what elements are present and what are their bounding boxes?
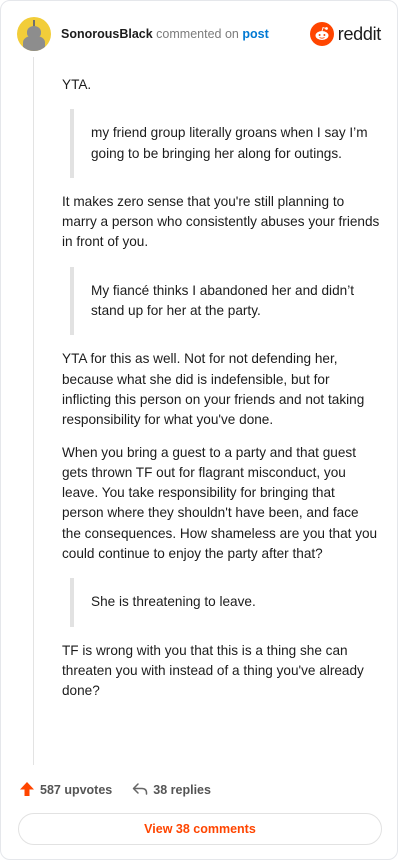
- quote-text: She is threatening to leave.: [91, 594, 256, 610]
- blockquote: My fiancé thinks I abandoned her and did…: [70, 266, 380, 336]
- reply-arrow-icon: [132, 781, 148, 800]
- view-comments-button[interactable]: View 38 comments: [18, 813, 382, 845]
- comment-paragraph: YTA for this as well. Not for not defend…: [62, 351, 365, 428]
- comment-meta: SonorousBlack commented on post: [61, 26, 269, 42]
- comment-body: YTA. my friend group literally groans wh…: [62, 75, 380, 702]
- reddit-logo[interactable]: reddit: [309, 22, 382, 46]
- quote-text: my friend group literally groans when I …: [91, 125, 368, 161]
- username[interactable]: SonorousBlack: [61, 27, 153, 41]
- comment-paragraph: YTA.: [62, 77, 92, 92]
- post-link[interactable]: post: [242, 27, 268, 41]
- brand-wordmark: reddit: [337, 23, 382, 44]
- blockquote: my friend group literally groans when I …: [70, 109, 380, 178]
- blockquote: She is threatening to leave.: [70, 578, 380, 627]
- comment-paragraph: It makes zero sense that you're still pl…: [62, 193, 380, 250]
- comment-header: SonorousBlack commented on post reddit: [17, 17, 381, 51]
- comment-footer: 587 upvotes 38 replies: [19, 780, 211, 800]
- comment-paragraph: When you bring a guest to a party and th…: [62, 444, 378, 562]
- reply-count: 38 replies: [153, 783, 211, 797]
- comment-card: SonorousBlack commented on post reddit Y…: [0, 0, 398, 860]
- comment-paragraph: TF is wrong with you that this is a thin…: [62, 642, 364, 699]
- avatar[interactable]: [17, 17, 51, 51]
- commented-on-text: commented on: [156, 27, 239, 41]
- thread-line: [33, 57, 34, 765]
- upvote-count: 587 upvotes: [40, 783, 113, 797]
- arrow-up-icon: [19, 781, 35, 800]
- replies-button[interactable]: 38 replies: [132, 781, 211, 800]
- snoo-icon: [309, 22, 334, 46]
- quote-text: My fiancé thinks I abandoned her and did…: [91, 282, 354, 319]
- upvote-button[interactable]: 587 upvotes: [19, 781, 112, 800]
